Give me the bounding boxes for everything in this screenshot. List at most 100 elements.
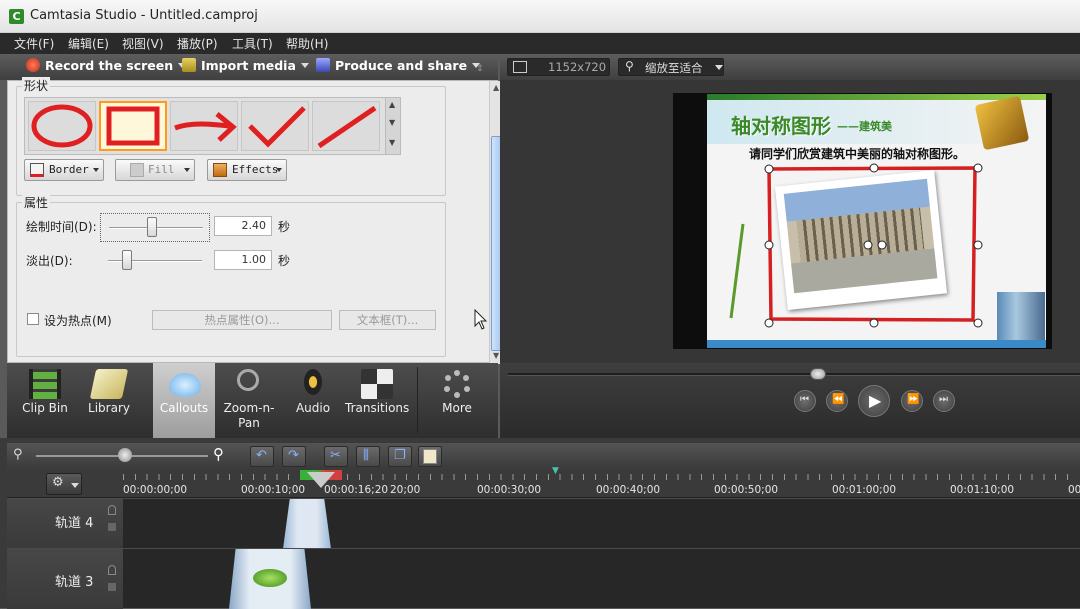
scroll-down-icon[interactable]: ▼ [493,351,499,360]
properties-group-title: 属性 [22,194,51,211]
track-name: 轨道 3 [55,575,94,590]
text-box-button[interactable]: 文本框(T)... [339,310,436,330]
fast-forward-button[interactable]: ⏩ [901,390,923,412]
menu-edit[interactable]: 编辑(E) [68,35,109,52]
playback-scrubber-thumb[interactable] [810,368,826,380]
ruler-tick: 20;00 [390,484,421,496]
tab-callouts[interactable]: Callouts [153,363,215,438]
cut-button[interactable]: ✂ [324,446,348,467]
skip-end-icon: ⏭ [939,394,948,405]
title-bar: C Camtasia Studio - Untitled.camproj [0,0,1080,33]
draw-time-slider[interactable] [100,213,210,242]
split-button[interactable]: ⫼ [356,446,380,467]
tab-library[interactable]: Library [77,363,141,438]
fade-out-thumb[interactable] [122,250,132,270]
shape-circle[interactable] [28,101,96,151]
tab-more[interactable]: More [425,363,489,438]
chevron-down-icon [715,65,723,70]
draw-time-unit: 秒 [278,220,291,234]
copy-icon: ❐ [394,448,406,463]
tab-zoom-n-pan[interactable]: Zoom-n-Pan [217,363,281,438]
ruler-tick: 00:00:16;20 [324,484,389,496]
menu-help[interactable]: 帮助(H) [286,35,328,52]
menu-file[interactable]: 文件(F) [14,35,54,52]
track-header[interactable]: 轨道 3 [7,549,123,609]
menu-tools[interactable]: 工具(T) [232,35,273,52]
fade-out-slider[interactable] [100,247,210,276]
tab-transitions[interactable]: Transitions [345,363,409,438]
record-screen-button[interactable]: Record the screen [26,58,187,73]
border-dropdown[interactable]: Border [24,159,104,181]
toolbar-overflow-icon[interactable]: ⇕ [476,64,484,74]
callout-clip[interactable] [283,499,331,549]
scroll-up-icon[interactable]: ▲ [389,100,395,109]
menu-play[interactable]: 播放(P) [177,35,218,52]
paste-button[interactable] [418,446,442,467]
chevron-down-icon [93,168,99,172]
redo-button[interactable]: ↷ [282,446,306,467]
undo-icon: ↶ [256,448,267,463]
import-media-button[interactable]: Import media [182,58,309,73]
menu-bar: 文件(F) 编辑(E) 视图(V) 播放(P) 工具(T) 帮助(H) [0,33,1080,54]
split-icon: ⫼ [363,448,369,463]
hotspot-checkbox[interactable] [27,313,39,325]
slide-clip[interactable] [229,549,311,609]
gear-icon: ⚙ [52,475,64,490]
slide-frame[interactable]: 轴对称图形 ——建筑美 请同学们欣赏建筑中美丽的轴对称图形。 [707,94,1046,348]
resolution-dropdown[interactable]: 1152x720 [507,58,610,76]
effects-dropdown[interactable]: Effects [207,159,287,181]
circle-shape-icon [31,104,93,148]
draw-time-field[interactable]: 2.40 [214,216,272,236]
tab-audio[interactable]: Audio [281,363,345,438]
main-toolbar: Record the screen Import media Produce a… [0,54,498,80]
playback-scrubber-track[interactable] [508,373,1080,376]
resize-icon [513,61,527,73]
border-color-icon [30,163,44,177]
track-header[interactable]: 轨道 4 [7,499,123,549]
menu-view[interactable]: 视图(V) [122,35,164,52]
skip-to-end-button[interactable]: ⏭ [933,390,955,412]
timeline-zoom-thumb[interactable] [118,448,132,462]
line-shape-icon [317,105,377,149]
rectangle-shape-icon [106,106,160,146]
speaker-icon [304,369,322,395]
draw-time-label: 绘制时间(D): [26,220,97,234]
track-visibility-icon[interactable] [108,523,116,531]
shape-rectangle[interactable] [99,101,167,151]
shapes-group-title: 形状 [22,77,51,94]
effects-icon [213,163,227,177]
shape-line[interactable] [312,101,380,151]
track-lock-icon[interactable] [108,505,116,515]
ruler-tick: 00:01:00;00 [832,484,897,496]
callout-bubble-icon [169,373,201,397]
scroll-down-icon[interactable]: ▼ [389,118,395,127]
fade-out-field[interactable]: 1.00 [214,250,272,270]
rewind-button[interactable]: ⏪ [826,390,848,412]
transitions-icon [361,369,393,399]
track-lock-icon[interactable] [108,565,116,575]
undo-button[interactable]: ↶ [250,446,274,467]
produce-share-button[interactable]: Produce and share [316,58,481,73]
scroll-more-icon[interactable]: ▼ [389,138,395,147]
shapes-scrollbar[interactable]: ▲ ▼ ▼ [385,98,400,154]
tab-clip-bin[interactable]: Clip Bin [13,363,77,438]
zoom-in-icon[interactable]: ⚲ [213,445,224,463]
shape-checkmark[interactable] [241,101,309,151]
scroll-up-icon[interactable]: ▲ [493,83,499,92]
mouse-cursor-icon [474,309,488,330]
copy-button[interactable]: ❐ [388,446,412,467]
shapes-gallery: ▲ ▼ ▼ [24,97,401,155]
drawn-rectangle-callout[interactable] [707,94,1046,348]
zoom-dropdown[interactable]: ⚲ 缩放至适合 [618,58,724,76]
timeline-settings-button[interactable]: ⚙ [46,473,82,495]
hotspot-properties-button[interactable]: 热点属性(O)... [152,310,332,330]
track-visibility-icon[interactable] [108,583,116,591]
skip-to-start-button[interactable]: ⏮ [794,390,816,412]
fill-dropdown[interactable]: Fill [115,159,195,181]
paste-icon [423,449,437,464]
draw-time-thumb[interactable] [147,217,157,237]
shape-arrow[interactable] [170,101,238,151]
zoom-out-icon[interactable]: ⚲ [13,447,23,462]
arrow-shape-icon [174,112,237,142]
play-button[interactable]: ▶ [858,385,890,417]
